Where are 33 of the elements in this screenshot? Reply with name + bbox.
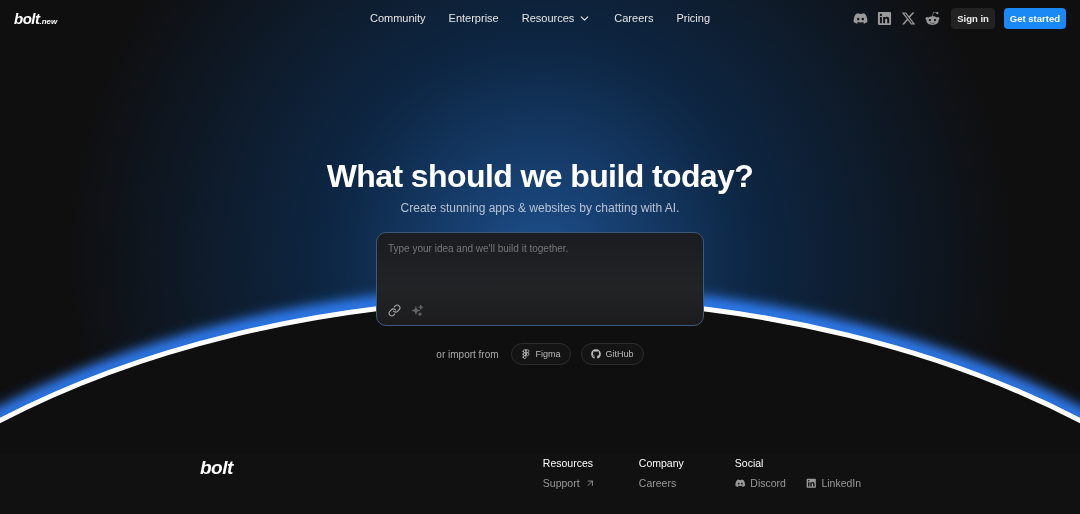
nav-link[interactable]: Careers: [614, 11, 654, 25]
hero-subtitle: Create stunning apps & websites by chatting with AI.: [400, 201, 680, 216]
footer-link[interactable]: LinkedIn: [805, 477, 862, 489]
footer-heading: Company: [638, 457, 685, 469]
arrow-up-right-icon: [584, 477, 596, 489]
prompt-input[interactable]: Type your idea and we'll build it together.: [388, 243, 688, 260]
sign-in-button[interactable]: Sign in: [951, 7, 995, 29]
hero-title: What should we build today?: [326, 158, 754, 196]
import-button[interactable]: GitHub: [580, 343, 644, 366]
reddit-icon: [925, 10, 941, 26]
import-button[interactable]: Figma: [510, 343, 571, 366]
link-icon[interactable]: [388, 304, 401, 318]
nav-link[interactable]: Pricing: [676, 11, 711, 25]
footer-link[interactable]: Support: [542, 477, 596, 489]
footer-link[interactable]: Careers: [638, 477, 677, 489]
import-label: or import from: [436, 348, 499, 360]
nav-link[interactable]: Enterprise: [448, 11, 499, 25]
footer-logo[interactable]: bolt: [200, 457, 233, 514]
x-icon: [901, 10, 917, 26]
footer-heading: Resources: [542, 457, 595, 469]
discord-icon: [853, 10, 869, 26]
sparkles-icon[interactable]: [411, 304, 424, 318]
logo-text[interactable]: bolt: [14, 9, 40, 27]
figma-icon: [520, 349, 531, 360]
github-icon: [590, 349, 601, 360]
discord-icon: [734, 477, 746, 489]
linkedin-icon: [805, 477, 817, 489]
nav-link[interactable]: Community: [369, 11, 426, 25]
footer-link[interactable]: Discord: [734, 477, 786, 489]
footer-heading: Social: [734, 457, 765, 469]
prompt-box[interactable]: Type your idea and we'll build it together.: [376, 232, 704, 327]
nav-link[interactable]: Resources: [521, 11, 592, 25]
linkedin-icon: [877, 10, 893, 26]
